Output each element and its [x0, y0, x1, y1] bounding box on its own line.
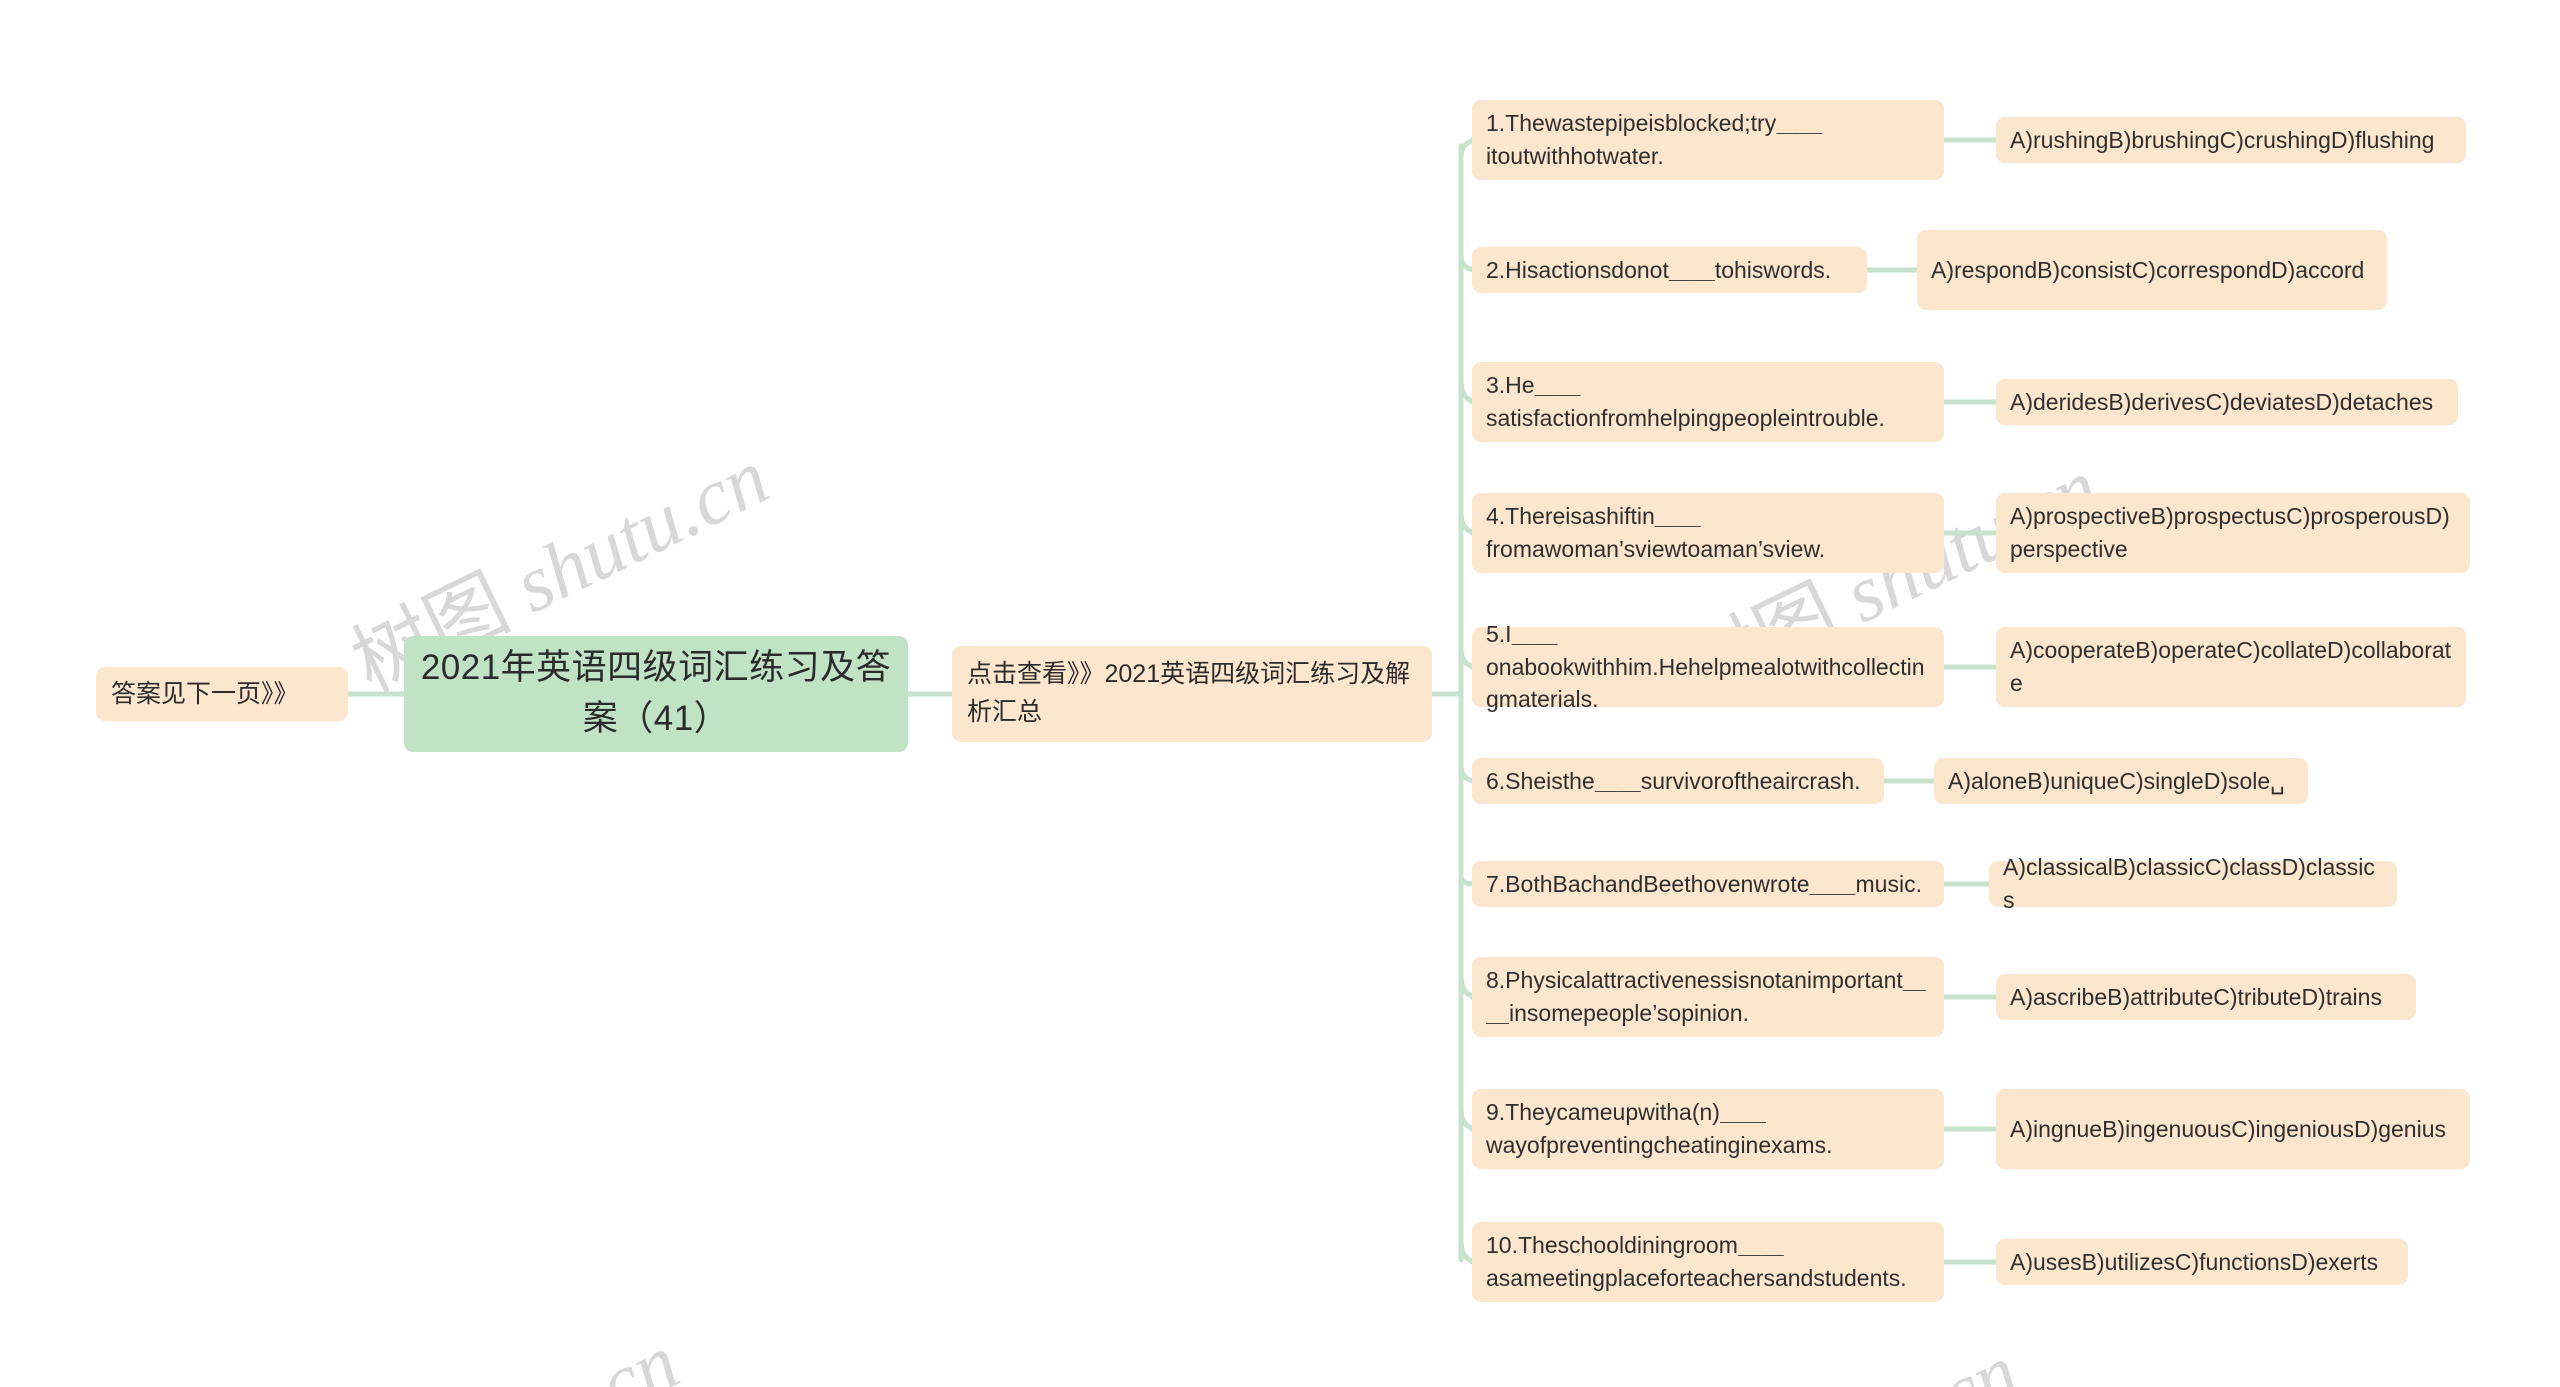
- previous-page-label: 答案见下一页》》: [111, 679, 299, 708]
- question-node-10[interactable]: 10.Theschooldiningroom＿＿asameetingplacef…: [1472, 1222, 1944, 1302]
- question-text: 9.Theycameupwitha(n)＿＿wayofpreventingche…: [1486, 1099, 1833, 1158]
- question-node-6[interactable]: 6.Sheisthe＿＿survivoroftheaircrash.: [1472, 758, 1884, 804]
- answer-node-1[interactable]: A)rushingB)brushingC)crushingD)flushing: [1996, 117, 2466, 163]
- question-text: 2.Hisactionsdonot＿＿tohiswords.: [1486, 256, 1832, 283]
- answer-node-9[interactable]: A)ingnueB)ingenuousC)ingeniousD)genius: [1996, 1089, 2470, 1169]
- question-node-9[interactable]: 9.Theycameupwitha(n)＿＿wayofpreventingche…: [1472, 1089, 1944, 1169]
- previous-page-node[interactable]: 答案见下一页》》: [96, 667, 348, 721]
- answer-text: A)rushingB)brushingC)crushingD)flushing: [2010, 126, 2435, 153]
- answer-text: A)ascribeB)attributeC)tributeD)trains: [2010, 983, 2382, 1010]
- answer-node-6[interactable]: A)aloneB)uniqueC)singleD)sole␣: [1934, 758, 2308, 804]
- watermark-latin: shutu.cn: [393, 1318, 691, 1387]
- answer-node-4[interactable]: A)prospectiveB)prospectusC)prosperousD)p…: [1996, 493, 2470, 573]
- answer-text: A)aloneB)uniqueC)singleD)sole␣: [1948, 767, 2285, 794]
- answer-node-5[interactable]: A)cooperateB)operateC)collateD)collabora…: [1996, 627, 2466, 707]
- answer-text: A)classicalB)classicC)classD)classics: [2003, 854, 2375, 913]
- answer-text: A)prospectiveB)prospectusC)prosperousD)p…: [2010, 503, 2450, 562]
- question-node-5[interactable]: 5.I＿＿onabookwithhim.Hehelpmealotwithcoll…: [1472, 621, 1944, 712]
- answer-text: A)cooperateB)operateC)collateD)collabora…: [2010, 637, 2452, 696]
- watermark-latin: shutu.cn: [1733, 1328, 2031, 1387]
- root-title: 2021年英语四级词汇练习及答案（41）: [420, 648, 892, 738]
- question-text: 7.BothBachandBeethovenwrote＿＿music.: [1486, 870, 1922, 897]
- question-node-4[interactable]: 4.Thereisashiftin＿＿fromawoman’sviewtoama…: [1472, 493, 1944, 573]
- question-text: 3.He＿＿satisfactionfromhelpingpeopleintro…: [1486, 372, 1885, 431]
- level2-label: 点击查看》》2021英语四级词汇练习及解析汇总: [967, 660, 1411, 726]
- question-node-2[interactable]: 2.Hisactionsdonot＿＿tohiswords.: [1472, 247, 1867, 293]
- root-node[interactable]: 2021年英语四级词汇练习及答案（41）: [404, 636, 908, 752]
- watermark-3: 树图 shutu.cn: [240, 1298, 694, 1387]
- answer-text: A)ingnueB)ingenuousC)ingeniousD)genius: [2010, 1115, 2447, 1142]
- question-node-1[interactable]: 1.Thewastepipeisblocked;try＿＿itoutwithho…: [1472, 100, 1944, 180]
- answer-node-2[interactable]: A)respondB)consistC)correspondD)accord: [1917, 230, 2387, 310]
- answer-node-7[interactable]: A)classicalB)classicC)classD)classics: [1989, 854, 2397, 913]
- answer-node-10[interactable]: A)usesB)utilizesC)functionsD)exerts: [1996, 1239, 2408, 1285]
- question-text: 6.Sheisthe＿＿survivoroftheaircrash.: [1486, 767, 1861, 794]
- question-node-8[interactable]: 8.Physicalattractivenessisnotanimportant…: [1472, 957, 1944, 1037]
- answer-text: A)usesB)utilizesC)functionsD)exerts: [2010, 1248, 2379, 1275]
- question-text: 8.Physicalattractivenessisnotanimportant…: [1486, 967, 1926, 1026]
- question-node-3[interactable]: 3.He＿＿satisfactionfromhelpingpeopleintro…: [1472, 362, 1944, 442]
- question-text: 4.Thereisashiftin＿＿fromawoman’sviewtoama…: [1486, 503, 1826, 562]
- question-text: 5.I＿＿onabookwithhim.Hehelpmealotwithcoll…: [1486, 621, 1925, 713]
- answer-text: A)deridesB)derivesC)deviatesD)detaches: [2010, 388, 2434, 415]
- question-node-7[interactable]: 7.BothBachandBeethovenwrote＿＿music.: [1472, 861, 1944, 907]
- level2-node[interactable]: 点击查看》》2021英语四级词汇练习及解析汇总: [952, 646, 1432, 742]
- answer-text: A)respondB)consistC)correspondD)accord: [1931, 256, 2365, 283]
- answer-node-8[interactable]: A)ascribeB)attributeC)tributeD)trains: [1996, 974, 2416, 1020]
- question-text: 10.Theschooldiningroom＿＿asameetingplacef…: [1486, 1232, 1907, 1291]
- watermark-4: 树图 shutu.cn: [1580, 1308, 2034, 1387]
- answer-node-3[interactable]: A)deridesB)derivesC)deviatesD)detaches: [1996, 379, 2458, 425]
- mindmap-canvas: 树图 shutu.cn 树图 shutu.cn 树图 shutu.cn 树图 s…: [0, 0, 2560, 1387]
- question-text: 1.Thewastepipeisblocked;try＿＿itoutwithho…: [1486, 110, 1823, 169]
- watermark-latin: shutu.cn: [483, 432, 782, 639]
